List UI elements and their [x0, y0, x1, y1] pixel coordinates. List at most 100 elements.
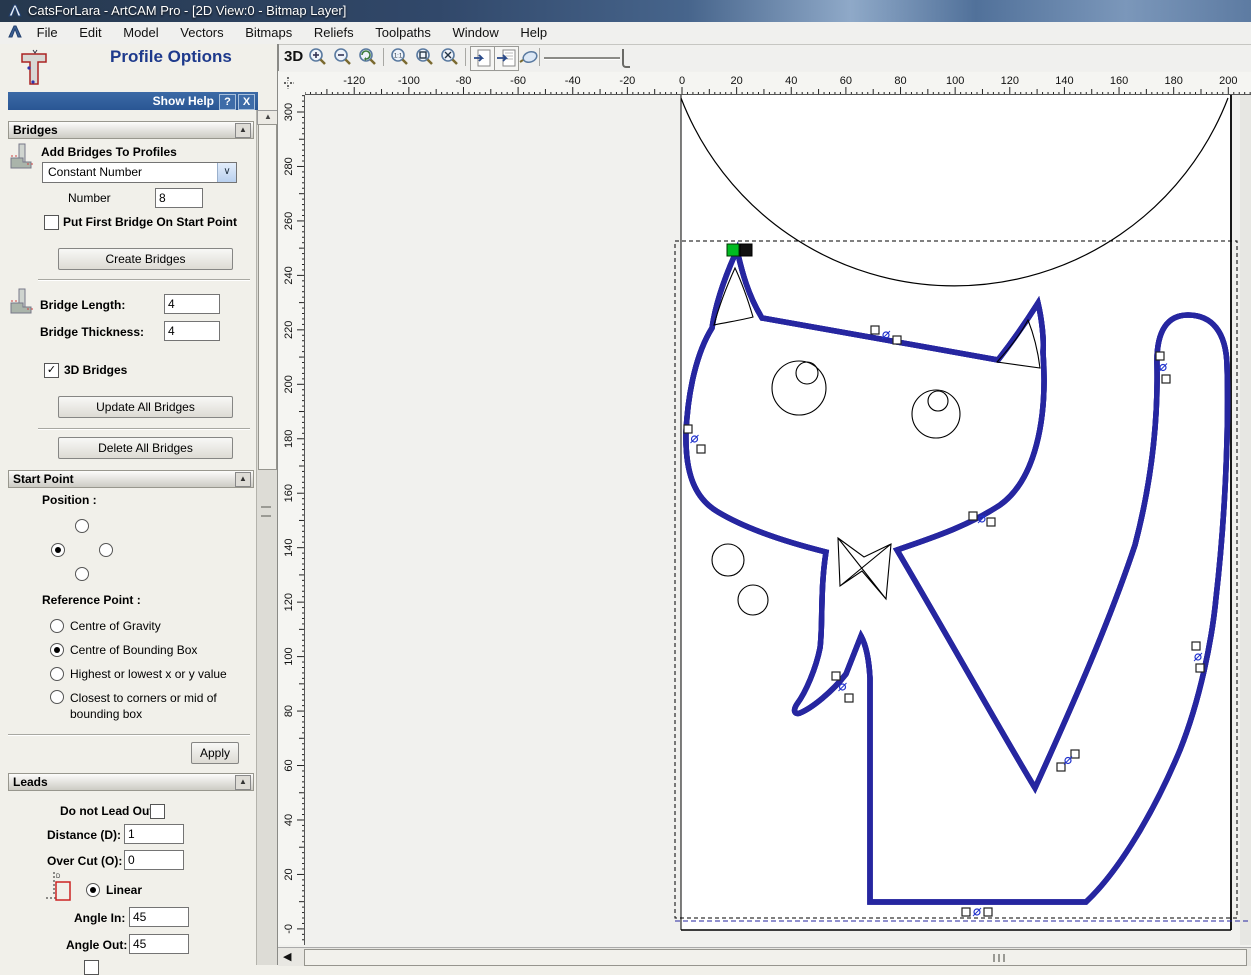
horizontal-scrollbar-thumb[interactable] — [304, 949, 1247, 966]
collapse-bridges-icon[interactable]: ▲ — [235, 123, 251, 138]
bridge-handle[interactable] — [1156, 352, 1164, 360]
zoom-previous-icon[interactable] — [356, 46, 379, 69]
reference-highest-lowest-radio[interactable] — [50, 667, 64, 681]
reference-bounding-box-radio[interactable] — [50, 643, 64, 657]
zoom-to-box-icon[interactable] — [413, 46, 436, 69]
svg-text:280: 280 — [283, 157, 295, 175]
bridge-handle[interactable] — [962, 908, 970, 916]
show-help-link[interactable]: Show Help — [153, 94, 214, 108]
svg-text:-120: -120 — [343, 75, 365, 87]
chevron-down-icon[interactable]: ∨ — [217, 163, 236, 182]
svg-text:140: 140 — [1055, 75, 1073, 87]
switch-3d-view-button[interactable]: 3D — [284, 48, 303, 65]
zoom-1to1-icon[interactable]: 1:1 — [388, 46, 411, 69]
leads-section-header[interactable]: Leads ▲ — [8, 773, 254, 791]
bridge-handle[interactable] — [697, 445, 705, 453]
menu-bar: File Edit Model Vectors Bitmaps Reliefs … — [0, 22, 1251, 45]
first-bridge-checkbox[interactable] — [44, 215, 59, 230]
angle-out-label: Angle Out: — [66, 938, 127, 952]
angle-in-input[interactable] — [129, 907, 189, 927]
bridge-handle[interactable] — [845, 694, 853, 702]
menu-edit[interactable]: Edit — [70, 22, 110, 44]
zoom-out-icon[interactable] — [331, 46, 354, 69]
collapse-start-point-icon[interactable]: ▲ — [235, 472, 251, 487]
svg-text:300: 300 — [283, 103, 295, 121]
scrollbar-grip — [993, 954, 1005, 962]
panel-splitter-grip[interactable] — [261, 506, 271, 517]
svg-text:-60: -60 — [510, 75, 526, 87]
svg-text:180: 180 — [1164, 75, 1182, 87]
menu-model[interactable]: Model — [114, 22, 167, 44]
position-bottom-radio[interactable] — [75, 567, 89, 581]
help-button[interactable]: ? — [219, 94, 236, 110]
bridge-handle[interactable] — [984, 908, 992, 916]
bridge-mode-dropdown[interactable]: Constant Number ∨ — [42, 162, 237, 183]
toolbar-separator — [539, 48, 540, 66]
ruler-origin-button[interactable] — [278, 72, 306, 96]
bridge-handle[interactable] — [1192, 642, 1200, 650]
distance-input[interactable] — [124, 824, 184, 844]
update-all-bridges-button[interactable]: Update All Bridges — [58, 396, 233, 418]
bridge-handle[interactable] — [684, 425, 692, 433]
menu-bitmaps[interactable]: Bitmaps — [236, 22, 301, 44]
bridge-length-input[interactable] — [164, 294, 220, 314]
svg-text:200: 200 — [283, 375, 295, 393]
menu-window[interactable]: Window — [444, 22, 508, 44]
svg-text:1:1: 1:1 — [394, 54, 403, 60]
delete-all-bridges-button[interactable]: Delete All Bridges — [58, 437, 233, 459]
bridge-handle[interactable] — [1196, 664, 1204, 672]
position-label: Position : — [42, 493, 97, 507]
page-arrow-left-icon[interactable] — [470, 46, 495, 71]
bridge-handle[interactable] — [871, 326, 879, 334]
bridge-handle[interactable] — [832, 672, 840, 680]
create-bridges-button[interactable]: Create Bridges — [58, 248, 233, 270]
menu-vectors[interactable]: Vectors — [171, 22, 232, 44]
number-input[interactable] — [155, 188, 203, 208]
bridges-3d-checkbox[interactable]: ✓ — [44, 363, 59, 378]
menu-help[interactable]: Help — [511, 22, 556, 44]
bridge-handle[interactable] — [969, 512, 977, 520]
zoom-in-icon[interactable] — [306, 46, 329, 69]
node-handle[interactable] — [740, 244, 752, 256]
menu-reliefs[interactable]: Reliefs — [305, 22, 363, 44]
page-arrow-right-icon[interactable] — [494, 46, 519, 71]
over-cut-input[interactable] — [124, 850, 184, 870]
bridge-thickness-input[interactable] — [164, 321, 220, 341]
view-toolbar: 3D 1:1 — [278, 45, 1251, 71]
collapse-leads-icon[interactable]: ▲ — [235, 775, 251, 790]
linear-radio[interactable] — [86, 883, 100, 897]
panel-scrollbar-thumb[interactable] — [258, 124, 277, 470]
drawing-area[interactable] — [305, 95, 1251, 945]
svg-text:-100: -100 — [398, 75, 420, 87]
menu-toolpaths[interactable]: Toolpaths — [366, 22, 440, 44]
apply-button[interactable]: Apply — [191, 742, 239, 764]
bridge-marker[interactable] — [962, 908, 992, 916]
scroll-up-icon[interactable]: ▲ — [257, 110, 279, 125]
bridge-handle[interactable] — [987, 518, 995, 526]
reference-gravity-radio[interactable] — [50, 619, 64, 633]
model-page — [681, 95, 1231, 930]
bridge-handle[interactable] — [1162, 375, 1170, 383]
start-point-handle[interactable] — [727, 244, 739, 256]
cut-off-checkbox[interactable] — [84, 960, 99, 975]
add-bridges-label: Add Bridges To Profiles — [41, 145, 177, 159]
detail-slider-handle[interactable] — [622, 49, 630, 68]
scroll-left-icon[interactable]: ◀ — [283, 950, 291, 963]
close-panel-button[interactable]: X — [238, 94, 255, 110]
ruler-origin-icon — [278, 72, 305, 95]
position-top-radio[interactable] — [75, 519, 89, 533]
menu-file[interactable]: File — [28, 22, 67, 44]
panel-scrollbar[interactable]: ▲ — [256, 110, 277, 965]
start-point-section-header[interactable]: Start Point ▲ — [8, 470, 254, 488]
position-left-radio[interactable] — [51, 543, 65, 557]
detail-slider[interactable] — [544, 57, 620, 60]
linear-label: Linear — [106, 883, 142, 897]
horizontal-scrollbar[interactable]: ◀ — [278, 947, 1251, 966]
bridge-mode-value: Constant Number — [48, 165, 142, 179]
do-not-lead-out-checkbox[interactable] — [150, 804, 165, 819]
position-right-radio[interactable] — [99, 543, 113, 557]
bridges-section-header[interactable]: Bridges ▲ — [8, 121, 254, 139]
angle-out-input[interactable] — [129, 934, 189, 954]
bridge-handle[interactable] — [893, 336, 901, 344]
zoom-to-fit-icon[interactable] — [438, 46, 461, 69]
